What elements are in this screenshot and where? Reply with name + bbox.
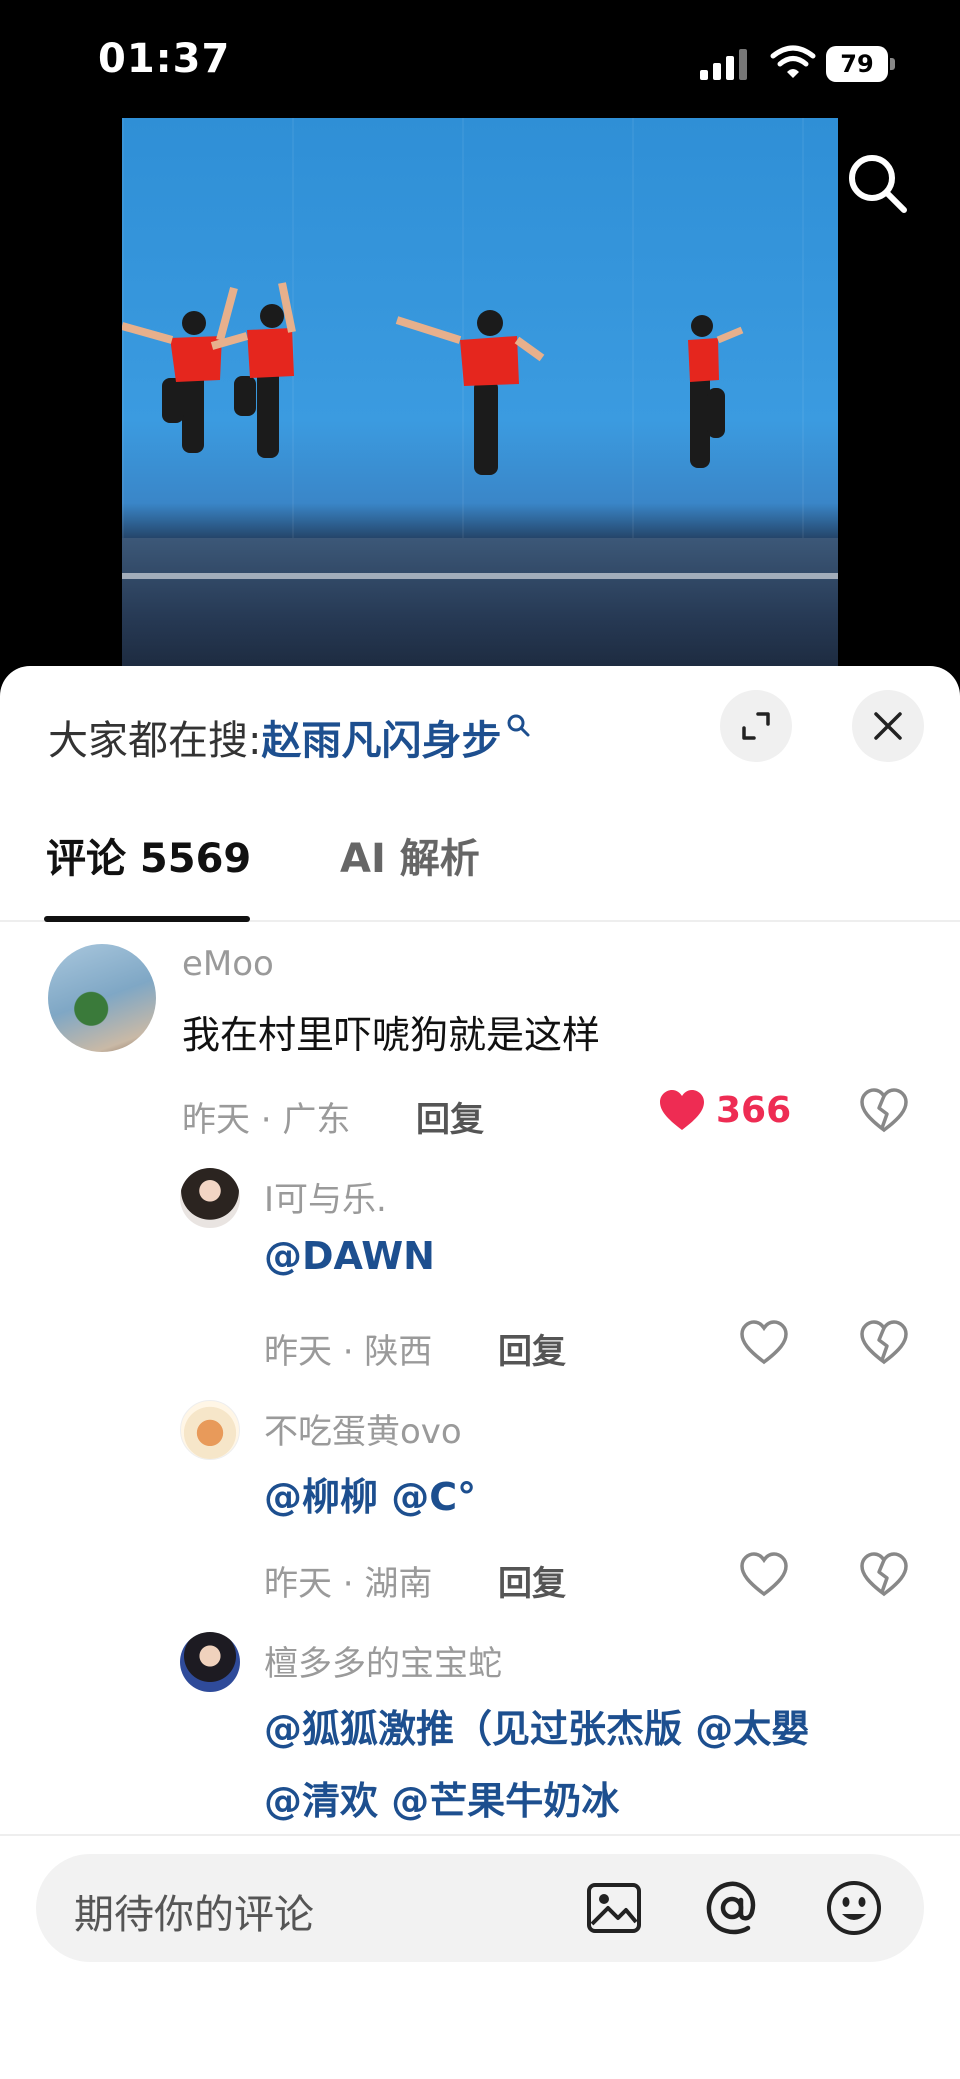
avatar[interactable] [48,944,156,1052]
video-player[interactable] [122,118,838,668]
tab-ai-analysis[interactable]: AI 解析 [340,826,480,884]
hot-search-term[interactable]: 赵雨凡闪身步 [261,718,501,764]
dancers-figure [122,282,744,475]
comment-text[interactable]: @DAWN [264,1234,435,1278]
like-count: 366 [716,1090,792,1131]
broken-heart-icon[interactable] [860,1552,908,1600]
comment-input-bar: 期待你的评论 [0,1834,960,2079]
comment-username[interactable]: eMoo [182,944,274,984]
hot-search-bar[interactable]: 大家都在搜:赵雨凡闪身步 [48,708,531,766]
comment-username[interactable]: I可与乐. [264,1172,387,1221]
broken-heart-icon[interactable] [860,1320,908,1368]
comment-meta: 昨天 · 陕西 [264,1332,433,1372]
expand-icon [742,712,770,740]
comment-username[interactable]: 檀多多的宝宝蛇 [264,1636,502,1685]
avatar[interactable] [180,1632,240,1692]
comment-meta: 昨天 · 湖南 [264,1564,433,1604]
comment-text: 我在村里吓唬狗就是这样 [182,1013,601,1057]
expand-button[interactable] [720,690,792,762]
emoji-icon[interactable] [824,1878,884,1938]
sheet-tabs: 评论 5569 AI 解析 [0,826,960,922]
broken-heart-icon[interactable] [860,1088,908,1136]
wifi-icon [770,45,816,78]
comment-meta: 昨天 · 广东 [182,1100,351,1140]
comment-username[interactable]: 不吃蛋黄ovo [264,1404,462,1453]
comment-text-line[interactable]: @清欢 @芒果牛奶冰 [264,1770,619,1825]
heart-filled-icon[interactable] [658,1088,706,1136]
comment-input-placeholder: 期待你的评论 [74,1892,314,1938]
heart-icon[interactable] [740,1320,788,1368]
reply-button[interactable]: 回复 [498,1556,566,1605]
comment-text-line[interactable]: @狐狐激推（见过张杰版 @太嬰 [264,1698,809,1753]
status-bar: 01:37 79 [0,0,960,120]
avatar[interactable] [180,1400,240,1460]
small-search-icon [507,714,530,737]
tab-comments[interactable]: 评论 5569 [46,826,251,884]
comment-input[interactable]: 期待你的评论 [36,1854,924,1962]
hot-search-label: 大家都在搜: [48,718,262,764]
signal-icon [700,49,747,80]
close-icon [874,712,902,740]
search-icon[interactable] [844,150,910,216]
avatar[interactable] [180,1168,240,1228]
reply-button[interactable]: 回复 [416,1092,484,1141]
battery-level: 79 [826,46,888,82]
heart-icon[interactable] [740,1552,788,1600]
battery-tip [890,58,895,70]
close-button[interactable] [852,690,924,762]
battery-icon: 79 [826,46,896,82]
tab-active-indicator [44,916,250,922]
reply-button[interactable]: 回复 [498,1324,566,1373]
status-time: 01:37 [98,36,231,82]
comment-text[interactable]: @柳柳 @C° [264,1466,476,1521]
image-icon[interactable] [584,1878,644,1938]
at-mention-icon[interactable] [702,1878,762,1938]
